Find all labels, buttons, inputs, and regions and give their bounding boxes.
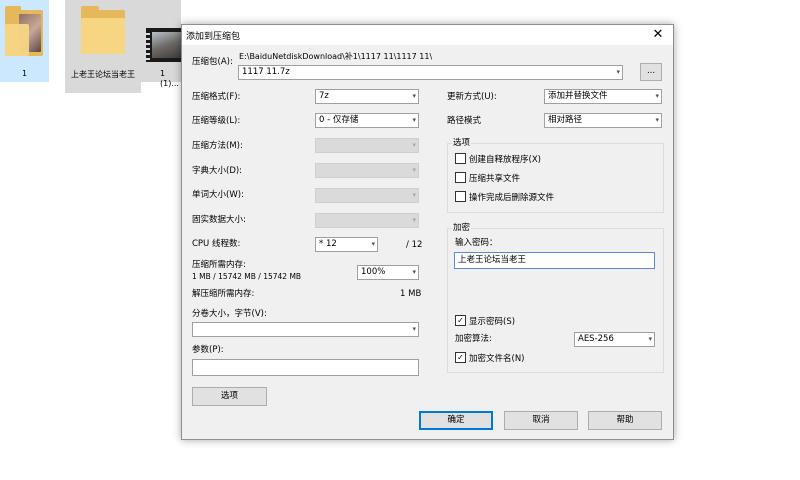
chevron-down-icon: ▾ <box>412 116 416 124</box>
level-combo[interactable]: 0 - 仅存储 ▾ <box>315 113 419 128</box>
method-label: 压缩方法(M): <box>192 141 243 151</box>
solid-label: 固实数据大小: <box>192 215 246 225</box>
checkbox-icon <box>455 172 466 183</box>
encryption-group <box>447 228 664 373</box>
method-combo[interactable]: ▾ <box>315 138 419 153</box>
encryption-group-title: 加密 <box>452 221 472 233</box>
params-label: 参数(P): <box>192 345 224 355</box>
desktop-item-2[interactable]: 上老王论坛当老王 <box>65 0 141 93</box>
password-value: 上老王论坛当老王 <box>458 255 527 265</box>
chevron-down-icon: ▾ <box>412 216 416 224</box>
desktop-item-3[interactable]: 1 (1)... <box>141 0 182 88</box>
mem-usage-value: 100% <box>361 267 386 277</box>
opt-shared-checkbox[interactable]: 压缩共享文件 <box>455 172 521 185</box>
enc-method-label: 加密算法: <box>455 334 492 344</box>
opt-sfx-label: 创建自释放程序(X) <box>469 155 541 165</box>
solid-combo[interactable]: ▾ <box>315 213 419 228</box>
desktop-item-label: 1 <box>21 69 28 78</box>
chevron-down-icon: ▾ <box>655 92 659 100</box>
archive-path: E:\BaiduNetdiskDownload\补1\1117 11\1117 … <box>239 52 433 61</box>
checkbox-icon <box>455 191 466 202</box>
cpu-value: * 12 <box>319 239 337 249</box>
cancel-button[interactable]: 取消 <box>504 411 578 430</box>
path-mode-combo[interactable]: 相对路径 ▾ <box>544 113 662 128</box>
cpu-label: CPU 线程数: <box>192 239 241 249</box>
opt-sfx-checkbox[interactable]: 创建自释放程序(X) <box>455 153 541 166</box>
chevron-down-icon: ▾ <box>412 191 416 199</box>
mem-comp-label: 压缩所需内存: <box>192 260 246 270</box>
opt-delete-label: 操作完成后删除源文件 <box>469 193 555 203</box>
opt-delete-checkbox[interactable]: 操作完成后删除源文件 <box>455 191 555 204</box>
title-bar: 添加到压缩包 ✕ <box>182 25 673 45</box>
path-mode-value: 相对路径 <box>548 115 583 125</box>
add-to-archive-dialog: 添加到压缩包 ✕ 压缩包(A): E:\BaiduNetdiskDownload… <box>181 24 674 440</box>
split-combo[interactable]: ▾ <box>192 322 419 337</box>
folder-icon <box>5 6 43 58</box>
opt-shared-label: 压缩共享文件 <box>469 174 521 184</box>
update-value: 添加并替换文件 <box>548 91 608 101</box>
desktop-item-label: 1 (1)... <box>160 69 179 88</box>
dict-combo[interactable]: ▾ <box>315 163 419 178</box>
enc-names-label: 加密文件名(N) <box>469 354 525 364</box>
chevron-down-icon: ▾ <box>648 335 652 343</box>
checkbox-icon: ✓ <box>455 352 466 363</box>
chevron-down-icon: ▾ <box>616 68 620 76</box>
folder-icon <box>81 6 125 56</box>
show-password-checkbox[interactable]: ✓ 显示密码(S) <box>455 315 516 328</box>
archive-label: 压缩包(A): <box>192 57 233 67</box>
dialog-title: 添加到压缩包 <box>186 32 241 42</box>
enc-method-value: AES-256 <box>578 334 614 344</box>
enc-method-combo[interactable]: AES-256 ▾ <box>574 332 655 347</box>
ok-button[interactable]: 确定 <box>419 411 493 430</box>
word-combo[interactable]: ▾ <box>315 188 419 203</box>
archive-name-combo[interactable]: 1117 11.7z ▾ <box>238 65 623 80</box>
show-password-label: 显示密码(S) <box>469 317 516 327</box>
checkbox-icon <box>455 153 466 164</box>
desktop-item-label: 上老王论坛当老王 <box>71 70 135 79</box>
chevron-down-icon: ▾ <box>412 92 416 100</box>
cpu-combo[interactable]: * 12 ▾ <box>315 237 378 252</box>
enc-names-checkbox[interactable]: ✓ 加密文件名(N) <box>455 352 525 365</box>
word-label: 单词大小(W): <box>192 190 244 200</box>
options-group-title: 选项 <box>452 136 472 148</box>
level-value: 0 - 仅存储 <box>319 115 359 125</box>
checkbox-icon: ✓ <box>455 315 466 326</box>
dict-label: 字典大小(D): <box>192 166 243 176</box>
options-button[interactable]: 选项 <box>192 387 267 406</box>
cpu-max: / 12 <box>406 240 423 250</box>
mem-decomp-label: 解压缩所需内存: <box>192 289 255 299</box>
mem-comp-detail: 1 MB / 15742 MB / 15742 MB <box>192 272 302 281</box>
password-label: 输入密码： <box>455 238 498 248</box>
chevron-down-icon: ▾ <box>655 116 659 124</box>
chevron-down-icon: ▾ <box>412 325 416 333</box>
format-label: 压缩格式(F): <box>192 92 241 102</box>
format-combo[interactable]: 7z ▾ <box>315 89 419 104</box>
update-combo[interactable]: 添加并替换文件 ▾ <box>544 89 662 104</box>
mem-decomp-value: 1 MB <box>400 289 422 299</box>
update-label: 更新方式(U): <box>447 92 497 102</box>
level-label: 压缩等级(L): <box>192 116 241 126</box>
password-input[interactable]: 上老王论坛当老王 <box>454 252 655 269</box>
path-mode-label: 路径模式 <box>447 116 482 126</box>
help-button[interactable]: 帮助 <box>588 411 662 430</box>
params-input[interactable] <box>192 359 419 376</box>
video-thumbnail-icon <box>146 28 182 62</box>
mem-usage-combo[interactable]: 100% ▾ <box>357 265 419 280</box>
chevron-down-icon: ▾ <box>412 166 416 174</box>
split-label: 分卷大小，字节(V): <box>192 309 267 319</box>
chevron-down-icon: ▾ <box>412 141 416 149</box>
chevron-down-icon: ▾ <box>412 268 416 276</box>
format-value: 7z <box>319 91 329 101</box>
browse-button[interactable]: ... <box>640 63 662 81</box>
chevron-down-icon: ▾ <box>371 240 375 248</box>
archive-name-value: 1117 11.7z <box>242 67 290 77</box>
close-icon[interactable]: ✕ <box>643 25 673 45</box>
desktop-item-1[interactable]: 1 <box>0 0 49 82</box>
